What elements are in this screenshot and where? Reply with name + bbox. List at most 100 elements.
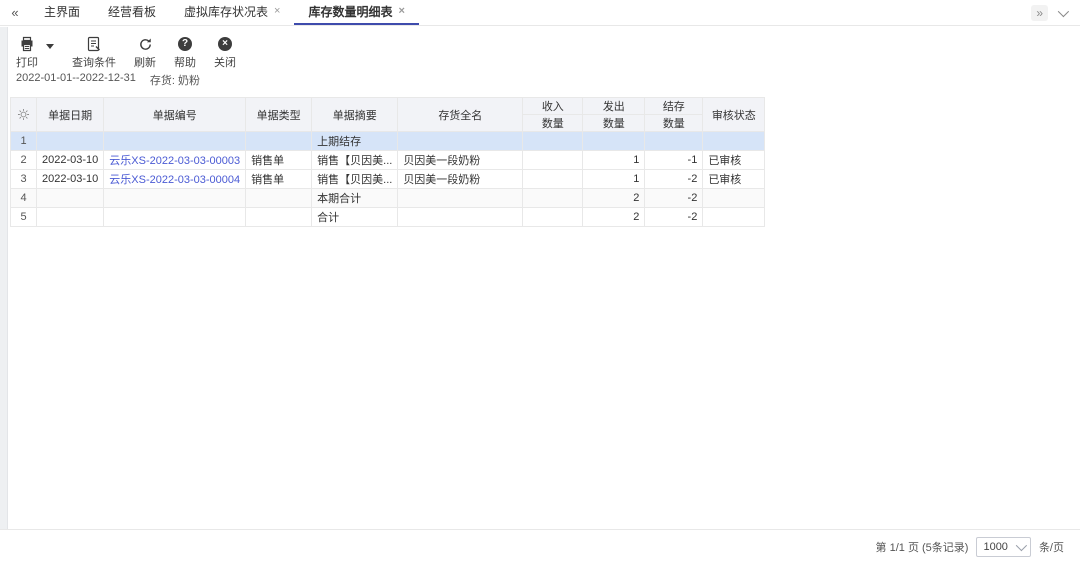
query-conditions-label: 查询条件 xyxy=(72,54,116,70)
doc-no-link[interactable]: 云乐XS-2022-03-03-00004 xyxy=(109,174,240,186)
header-out-group[interactable]: 发出 xyxy=(583,98,645,115)
cell-num: 4 xyxy=(11,189,37,208)
cell-out_qty: 1 xyxy=(583,170,645,189)
tabs-collapse-left-icon[interactable]: « xyxy=(0,0,30,25)
tabs-dropdown-icon[interactable] xyxy=(1058,5,1069,16)
tab-0[interactable]: 主界面 xyxy=(30,0,94,25)
help-icon: ? xyxy=(177,36,193,52)
cell-bal_qty xyxy=(645,132,703,151)
tab-label: 主界面 xyxy=(44,3,80,20)
help-button[interactable]: ? 帮助 xyxy=(174,36,196,70)
date-range-text: 2022-01-01--2022-12-31 xyxy=(16,72,136,88)
cell-doc_no: 云乐XS-2022-03-03-00003 xyxy=(104,151,246,170)
header-summary[interactable]: 单据摘要 xyxy=(312,98,398,132)
cell-status: 已审核 xyxy=(703,170,765,189)
cell-name xyxy=(398,189,523,208)
refresh-icon xyxy=(137,36,153,52)
query-conditions-button[interactable]: 查询条件 xyxy=(72,36,116,70)
print-label: 打印 xyxy=(16,54,38,70)
header-bal-qty[interactable]: 数量 xyxy=(645,115,703,132)
cell-summary: 本期合计 xyxy=(312,189,398,208)
header-doc-no[interactable]: 单据编号 xyxy=(104,98,246,132)
close-label: 关闭 xyxy=(214,54,236,70)
cell-in_qty xyxy=(523,151,583,170)
header-type[interactable]: 单据类型 xyxy=(246,98,312,132)
page-size-chevron-down-icon xyxy=(1016,539,1027,550)
cell-date xyxy=(37,189,104,208)
tab-3[interactable]: 库存数量明细表 × xyxy=(294,0,418,25)
filter-summary: 2022-01-01--2022-12-31 存货: 奶粉 xyxy=(16,72,200,88)
cell-summary: 合计 xyxy=(312,208,398,227)
cell-name: 贝因美一段奶粉 xyxy=(398,151,523,170)
cell-out_qty: 2 xyxy=(583,208,645,227)
tab-bar-right: » xyxy=(1031,0,1080,25)
doc-no-link[interactable]: 云乐XS-2022-03-03-00003 xyxy=(109,155,240,167)
cell-doc_no xyxy=(104,208,246,227)
cell-summary: 上期结存 xyxy=(312,132,398,151)
cell-in_qty xyxy=(523,208,583,227)
pagination-bar: 第 1/1 页 (5条记录) 1000 条/页 xyxy=(0,529,1080,563)
page-size-select[interactable]: 1000 xyxy=(976,537,1030,557)
header-date[interactable]: 单据日期 xyxy=(37,98,104,132)
cell-out_qty: 1 xyxy=(583,151,645,170)
cell-doc_no xyxy=(104,189,246,208)
refresh-button[interactable]: 刷新 xyxy=(134,36,156,70)
tab-close-icon[interactable]: × xyxy=(399,6,405,17)
cell-bal_qty: -2 xyxy=(645,208,703,227)
cell-summary: 销售【贝因美... xyxy=(312,170,398,189)
cell-out_qty xyxy=(583,132,645,151)
tab-bar: « 主界面 经营看板 虚拟库存状况表 × 库存数量明细表 × » xyxy=(0,0,1080,26)
table-row[interactable]: 5 合计 2-2 xyxy=(11,208,765,227)
cell-type: 销售单 xyxy=(246,170,312,189)
cell-status xyxy=(703,189,765,208)
cell-doc_no xyxy=(104,132,246,151)
cell-num: 2 xyxy=(11,151,37,170)
print-dropdown-caret-icon[interactable] xyxy=(46,44,54,49)
column-settings-gear-icon[interactable] xyxy=(11,98,37,132)
cell-type: 销售单 xyxy=(246,151,312,170)
inventory-filter-text: 存货: 奶粉 xyxy=(150,72,200,88)
tab-2[interactable]: 虚拟库存状况表 × xyxy=(170,0,294,25)
page-size-value: 1000 xyxy=(983,541,1007,553)
cell-summary: 销售【贝因美... xyxy=(312,151,398,170)
help-label: 帮助 xyxy=(174,54,196,70)
cell-type xyxy=(246,189,312,208)
cell-out_qty: 2 xyxy=(583,189,645,208)
cell-bal_qty: -2 xyxy=(645,170,703,189)
cell-doc_no: 云乐XS-2022-03-03-00004 xyxy=(104,170,246,189)
header-in-qty[interactable]: 数量 xyxy=(523,115,583,132)
cell-num: 1 xyxy=(11,132,37,151)
header-in-group[interactable]: 收入 xyxy=(523,98,583,115)
header-name[interactable]: 存货全名 xyxy=(398,98,523,132)
report-toolbar: 打印 查询条件 刷新 ? 帮助 × 关闭 xyxy=(16,36,236,70)
tab-1[interactable]: 经营看板 xyxy=(94,0,170,25)
print-button[interactable]: 打印 xyxy=(16,36,38,70)
cell-name: 贝因美一段奶粉 xyxy=(398,170,523,189)
close-report-button[interactable]: × 关闭 xyxy=(214,36,236,70)
tabs-expand-right-icon[interactable]: » xyxy=(1031,5,1048,21)
tab-label: 虚拟库存状况表 xyxy=(184,3,268,20)
table-row[interactable]: 4本期合计2-2 xyxy=(11,189,765,208)
collapsed-side-panel[interactable] xyxy=(0,27,8,563)
tabs-container: 主界面 经营看板 虚拟库存状况表 × 库存数量明细表 × xyxy=(30,0,419,25)
cell-type xyxy=(246,208,312,227)
page-info-text: 第 1/1 页 (5条记录) xyxy=(876,539,969,555)
cell-name xyxy=(398,132,523,151)
cell-num: 5 xyxy=(11,208,37,227)
cell-in_qty xyxy=(523,170,583,189)
table-row[interactable]: 32022-03-10云乐XS-2022-03-03-00004销售单销售【贝因… xyxy=(11,170,765,189)
cell-date: 2022-03-10 xyxy=(37,170,104,189)
tab-close-icon[interactable]: × xyxy=(274,6,280,17)
printer-icon xyxy=(19,36,35,52)
header-status[interactable]: 审核状态 xyxy=(703,98,765,132)
cell-status: 已审核 xyxy=(703,151,765,170)
tab-label: 经营看板 xyxy=(108,3,156,20)
header-bal-group[interactable]: 结存 xyxy=(645,98,703,115)
close-icon: × xyxy=(217,36,233,52)
tab-label: 库存数量明细表 xyxy=(308,3,392,20)
table-row[interactable]: 22022-03-10云乐XS-2022-03-03-00003销售单销售【贝因… xyxy=(11,151,765,170)
cell-type xyxy=(246,132,312,151)
cell-name xyxy=(398,208,523,227)
table-row[interactable]: 1 上期结存 xyxy=(11,132,765,151)
header-out-qty[interactable]: 数量 xyxy=(583,115,645,132)
